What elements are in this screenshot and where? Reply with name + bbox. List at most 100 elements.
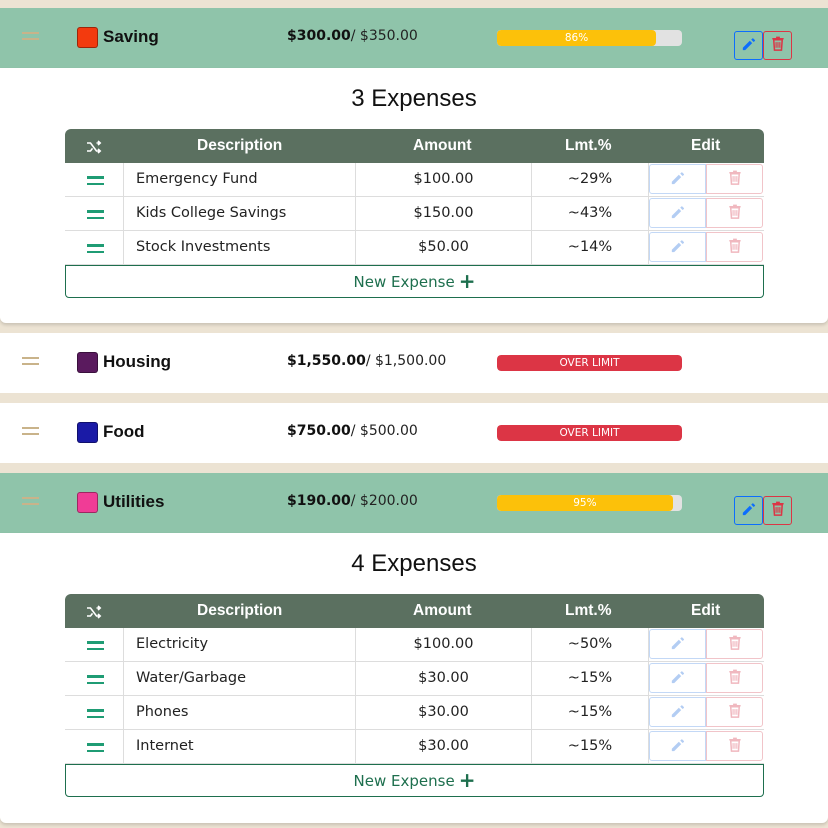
row-drag-cell[interactable] [65,730,124,763]
edit-expense-button[interactable] [649,697,706,727]
pencil-icon [669,634,686,655]
pencil-icon [669,702,686,723]
header-edit: Edit [691,137,721,154]
delete-expense-button[interactable] [706,198,763,228]
new-expense-label: New Expense [353,772,455,790]
category-header[interactable]: Housing $1,550.00/ $1,500.00 OVER LIMIT [0,333,828,393]
trash-icon [769,35,786,57]
expense-amount: $50.00 [356,231,532,264]
delete-expense-button[interactable] [706,629,763,659]
edit-expense-button[interactable] [649,164,706,194]
expenses-table: Description Amount Lmt.% Edit Electricity $10… [65,594,764,797]
expense-description: Internet [124,730,356,763]
pencil-icon [669,237,686,258]
drag-handle-icon[interactable] [22,497,39,507]
expense-limit-percent: ~15% [532,662,649,695]
expenses-count-title: 3 Expenses [351,85,477,112]
table-header: Description Amount Lmt.% Edit [65,129,764,163]
drag-handle-icon[interactable] [22,357,39,367]
category-header[interactable]: Food $750.00/ $500.00 OVER LIMIT [0,403,828,463]
header-description: Description [197,137,283,154]
plus-icon: + [458,768,476,792]
drag-handle-icon[interactable] [87,244,104,257]
category-name: Saving [103,27,159,46]
header-edit: Edit [691,602,721,619]
category-header[interactable]: Saving $300.00/ $350.00 86% [0,8,828,68]
pencil-icon [669,169,686,190]
expense-limit-percent: ~15% [532,696,649,729]
drag-handle-icon[interactable] [87,176,104,189]
trash-icon [726,634,743,655]
shuffle-icon[interactable] [85,603,103,626]
pencil-icon [740,35,757,57]
drag-handle-icon[interactable] [87,709,104,722]
edit-expense-button[interactable] [649,232,706,262]
edit-category-button[interactable] [734,496,763,525]
row-drag-cell[interactable] [65,231,124,264]
expense-limit-percent: ~14% [532,231,649,264]
pencil-icon [669,668,686,689]
spent-amount: $1,550.00 [287,353,366,369]
budget-progress-bar: 95% [497,495,682,511]
delete-expense-button[interactable] [706,731,763,761]
expense-description: Phones [124,696,356,729]
new-expense-label: New Expense [353,273,455,291]
row-drag-cell[interactable] [65,163,124,196]
pencil-icon [669,203,686,224]
category-amounts: $1,550.00/ $1,500.00 [287,353,446,369]
expense-row: Electricity $100.00 ~50% [65,628,764,662]
row-drag-cell[interactable] [65,696,124,729]
drag-handle-icon[interactable] [87,743,104,756]
header-amount: Amount [413,137,472,154]
trash-icon [769,500,786,522]
drag-handle-icon[interactable] [87,675,104,688]
delete-category-button[interactable] [763,31,792,60]
row-drag-cell[interactable] [65,197,124,230]
budget-progress-bar: OVER LIMIT [497,425,682,441]
edit-expense-button[interactable] [649,198,706,228]
category-amounts: $190.00/ $200.00 [287,493,418,509]
expense-amount: $30.00 [356,730,532,763]
trash-icon [726,702,743,723]
new-expense-button[interactable]: New Expense + [65,764,764,797]
delete-expense-button[interactable] [706,697,763,727]
expense-row: Kids College Savings $150.00 ~43% [65,197,764,231]
row-drag-cell[interactable] [65,628,124,661]
drag-handle-icon[interactable] [22,427,39,437]
new-expense-button[interactable]: New Expense + [65,265,764,298]
drag-handle-icon[interactable] [87,210,104,223]
expense-amount: $30.00 [356,662,532,695]
expense-row: Water/Garbage $30.00 ~15% [65,662,764,696]
limit-amount: / $500.00 [350,423,418,439]
plus-icon: + [458,269,476,293]
category-food: Food $750.00/ $500.00 OVER LIMIT [0,403,828,463]
delete-expense-button[interactable] [706,232,763,262]
pencil-icon [669,736,686,757]
edit-category-button[interactable] [734,31,763,60]
category-amounts: $300.00/ $350.00 [287,28,418,44]
edit-expense-button[interactable] [649,663,706,693]
edit-expense-button[interactable] [649,731,706,761]
category-utilities: Utilities $190.00/ $200.00 95% 4 Expenses De… [0,473,828,823]
header-limit-percent: Lmt.% [565,137,612,154]
expense-description: Stock Investments [124,231,356,264]
spent-amount: $750.00 [287,423,351,439]
category-header[interactable]: Utilities $190.00/ $200.00 95% [0,473,828,533]
category-name: Food [103,422,145,441]
spent-amount: $190.00 [287,493,351,509]
row-drag-cell[interactable] [65,662,124,695]
table-header: Description Amount Lmt.% Edit [65,594,764,628]
delete-category-button[interactable] [763,496,792,525]
category-housing: Housing $1,550.00/ $1,500.00 OVER LIMIT [0,333,828,393]
drag-handle-icon[interactable] [87,641,104,654]
expense-amount: $100.00 [356,163,532,196]
header-amount: Amount [413,602,472,619]
category-color-swatch [77,27,98,48]
shuffle-icon[interactable] [85,138,103,161]
drag-handle-icon[interactable] [22,32,39,42]
expenses-table: Description Amount Lmt.% Edit Emergency Fund… [65,129,764,298]
delete-expense-button[interactable] [706,663,763,693]
pencil-icon [740,500,757,522]
delete-expense-button[interactable] [706,164,763,194]
edit-expense-button[interactable] [649,629,706,659]
